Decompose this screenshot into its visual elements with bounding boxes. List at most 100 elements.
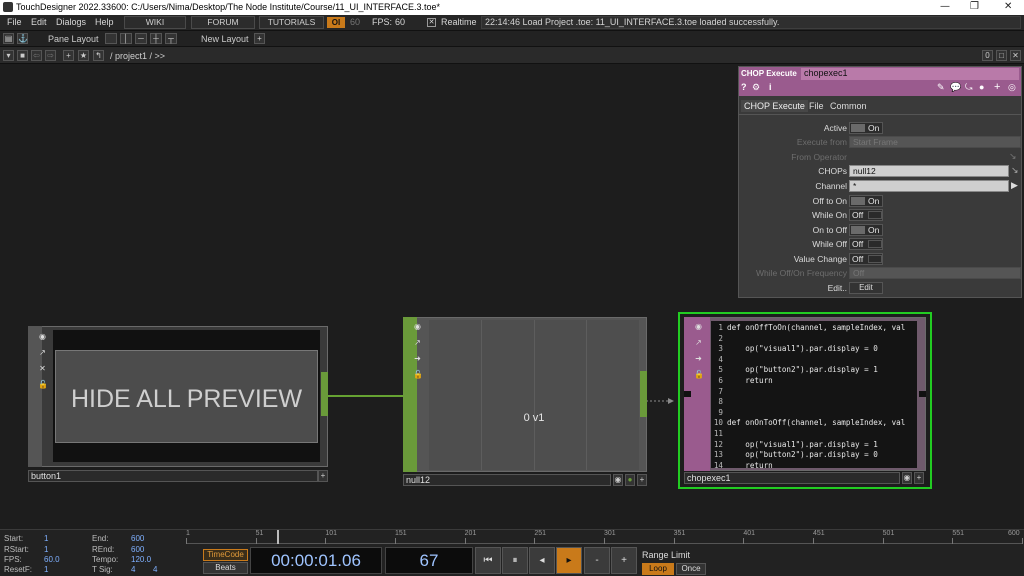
tsig-b-value[interactable]: 4 [153, 565, 157, 574]
param-on-to-off-value: On [868, 225, 880, 235]
param-edit-label: Edit.. [827, 283, 847, 293]
code-line[interactable]: return [727, 376, 772, 385]
step-back-icon[interactable]: ◂ [529, 547, 555, 574]
lock-icon[interactable]: 🔓 [694, 370, 704, 379]
end-value[interactable]: 600 [131, 534, 144, 543]
param-off-to-on-toggle[interactable]: On [849, 195, 883, 207]
resetf-value[interactable]: 1 [44, 565, 48, 574]
close-node-icon[interactable]: ✕ [38, 364, 47, 373]
lock-icon[interactable]: 🔓 [38, 380, 48, 389]
beats-button[interactable]: Beats [203, 562, 248, 574]
code-line-number: 4 [718, 354, 723, 364]
clone-icon[interactable]: ➜ [694, 354, 703, 363]
code-line-number: 12 [713, 439, 723, 449]
code-line[interactable]: op("button2").par.display = 1 [727, 365, 878, 374]
viewer-icon[interactable]: ◉ [413, 322, 422, 331]
ruler-tick [395, 538, 396, 544]
timeline-bar: Start: 1 RStart: 1 FPS: 60.0 ResetF: 1 E… [0, 529, 1024, 576]
node-button1[interactable]: ◉ ↗ ✕ 🔓 HIDE ALL PREVIEW button1 + [28, 326, 328, 482]
pause-icon[interactable]: ⏸ [502, 547, 528, 574]
code-line[interactable]: op("visual1").par.display = 1 [727, 440, 878, 449]
loop-button[interactable]: Loop [642, 563, 674, 575]
step-plus-icon[interactable]: + [611, 547, 637, 574]
display-icon[interactable]: ● [625, 474, 635, 486]
step-minus-icon[interactable]: - [584, 547, 610, 574]
target-icon[interactable]: ◎ [1008, 82, 1016, 93]
param-edit-button[interactable]: Edit [849, 282, 883, 294]
param-channel-field[interactable]: * [849, 180, 1009, 192]
language-icon[interactable]: ● [979, 82, 984, 92]
start-value[interactable]: 1 [44, 534, 48, 543]
code-line[interactable]: op("button2").par.display = 0 [727, 450, 878, 459]
param-value-change-toggle[interactable]: Off [849, 253, 883, 265]
rend-value[interactable]: 600 [131, 545, 144, 554]
add-icon[interactable]: + [914, 472, 924, 484]
comment-icon[interactable]: 💬 [950, 82, 961, 93]
viewer-icon[interactable]: ◉ [38, 332, 47, 341]
code-line-number: 10 [713, 418, 723, 428]
param-while-on-toggle[interactable]: Off [849, 209, 883, 221]
code-line[interactable]: def onOffToOn(channel, sampleIndex, val [727, 323, 905, 332]
null12-input[interactable] [403, 387, 410, 399]
bypass-icon[interactable]: ↗ [694, 338, 703, 347]
code-line[interactable]: return [727, 461, 772, 468]
python-help-icon[interactable]: ⚙ [752, 82, 760, 93]
tsig-a-value[interactable]: 4 [131, 565, 135, 574]
timeline-ruler[interactable]: 1 51 101 151 201 251 301 351 401 451 501 551 600 [186, 530, 1023, 544]
param-chops: CHOPs null12 ↘ [739, 165, 1023, 178]
info-icon[interactable]: i [769, 82, 772, 92]
chopexec1-output[interactable] [919, 391, 926, 397]
menu-arrow-icon[interactable]: ▶ [1011, 180, 1018, 191]
rstart-value[interactable]: 1 [44, 545, 48, 554]
timecode-display[interactable]: 00:00:01.06 [250, 547, 382, 574]
playhead[interactable] [277, 530, 279, 544]
node-null12[interactable]: ◉ ↗ ➜ 🔓 0 v1 null12 ◉ ● + [403, 317, 647, 487]
bypass-icon[interactable]: ↗ [38, 348, 47, 357]
add-param-icon[interactable]: + [994, 81, 1000, 93]
viewer-icon[interactable]: ◉ [694, 322, 703, 331]
param-chops-field[interactable]: null12 [849, 165, 1009, 177]
bypass-icon[interactable]: ↗ [413, 338, 422, 347]
tempo-value[interactable]: 120.0 [131, 555, 151, 564]
help-icon[interactable]: ? [741, 82, 747, 92]
null12-output[interactable] [640, 371, 647, 417]
edit-icon[interactable]: ✎ [937, 82, 945, 93]
frame-display[interactable]: 67 [385, 547, 473, 574]
wire-arrow [668, 398, 674, 404]
code-line[interactable]: op("visual1").par.display = 0 [727, 344, 878, 353]
viewer-toggle-icon[interactable]: ◉ [613, 474, 623, 486]
node-label-null12[interactable]: null12 [403, 474, 611, 486]
param-op-name[interactable]: chopexec1 [801, 68, 1019, 80]
once-button[interactable]: Once [676, 563, 706, 575]
timecode-button[interactable]: TimeCode [203, 549, 248, 561]
op-select-icon[interactable]: ↘ [1009, 151, 1017, 162]
tab-chop-execute[interactable]: CHOP Execute [741, 100, 808, 112]
op-select-icon[interactable]: ↘ [1011, 165, 1019, 176]
rewind-icon[interactable]: ⏮ [475, 547, 501, 574]
ruler-tick [1022, 538, 1023, 544]
tab-common[interactable]: Common [830, 101, 867, 111]
param-while-on-label: While On [812, 210, 847, 220]
param-active-toggle[interactable]: On [849, 122, 883, 134]
viewer-toggle-icon[interactable]: ◉ [902, 472, 912, 484]
param-while-off-toggle[interactable]: Off [849, 238, 883, 250]
compare-icon[interactable]: ⤿ [965, 82, 973, 93]
play-icon[interactable]: ▸ [556, 547, 582, 574]
param-while-frequency-menu[interactable]: Off [849, 267, 1021, 279]
tab-file[interactable]: File [809, 101, 824, 111]
node-label-chopexec1[interactable]: chopexec1 [684, 472, 900, 484]
param-chops-label: CHOPs [818, 166, 847, 176]
tsig-label: T Sig: [92, 565, 113, 574]
add-icon[interactable]: + [637, 474, 647, 486]
lock-icon[interactable]: 🔓 [413, 370, 423, 379]
fps-value-tl[interactable]: 60.0 [44, 555, 60, 564]
param-on-to-off-toggle[interactable]: On [849, 224, 883, 236]
clone-icon[interactable]: ➜ [413, 354, 422, 363]
code-line[interactable]: def onOnToOff(channel, sampleIndex, val [727, 418, 905, 427]
button1-output[interactable] [321, 372, 328, 416]
add-icon[interactable]: + [318, 470, 328, 482]
ruler-tick-label: 551 [952, 530, 965, 537]
node-label-button1[interactable]: button1 [28, 470, 318, 482]
param-execute-from-menu[interactable]: Start Frame [849, 136, 1021, 148]
chopexec1-input[interactable] [684, 391, 691, 397]
